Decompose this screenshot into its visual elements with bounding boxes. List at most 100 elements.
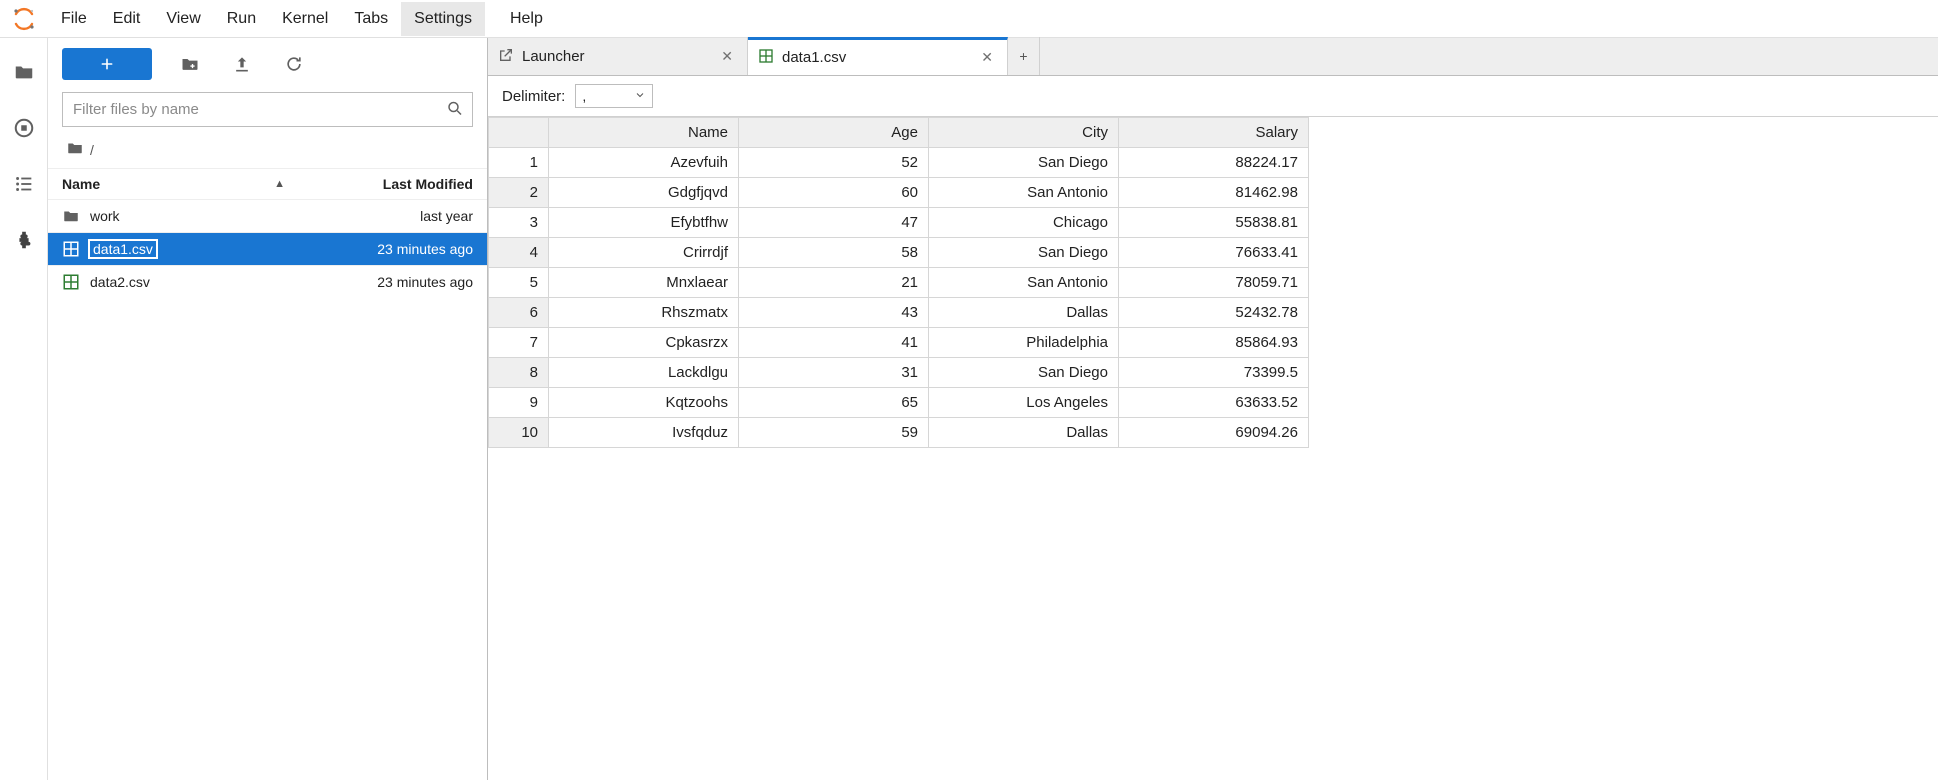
table-row[interactable]: 3Efybtfhw47Chicago55838.81 [489, 208, 1309, 238]
delimiter-value: , [582, 88, 586, 104]
cell[interactable]: Chicago [929, 208, 1119, 238]
tab-title: data1.csv [782, 49, 969, 66]
file-modified: 23 minutes ago [303, 274, 473, 290]
cell[interactable]: 69094.26 [1119, 418, 1309, 448]
cell[interactable]: Lackdlgu [549, 358, 739, 388]
file-row[interactable]: data2.csv23 minutes ago [48, 265, 487, 298]
cell[interactable]: San Antonio [929, 178, 1119, 208]
cell[interactable]: Rhszmatx [549, 298, 739, 328]
menu-tabs[interactable]: Tabs [341, 2, 401, 36]
column-header[interactable]: Name [549, 118, 739, 148]
column-header[interactable]: Salary [1119, 118, 1309, 148]
file-list-header[interactable]: Name ▲ Last Modified [48, 168, 487, 199]
menu-kernel[interactable]: Kernel [269, 2, 341, 36]
chevron-down-icon [634, 88, 646, 104]
cell[interactable]: 76633.41 [1119, 238, 1309, 268]
tab-launcher[interactable]: Launcher ✕ [488, 37, 748, 75]
cell[interactable]: Dallas [929, 418, 1119, 448]
tab-data1-csv[interactable]: data1.csv ✕ [748, 37, 1008, 75]
cell[interactable]: Efybtfhw [549, 208, 739, 238]
cell[interactable]: San Antonio [929, 268, 1119, 298]
cell[interactable]: 78059.71 [1119, 268, 1309, 298]
table-row[interactable]: 10Ivsfqduz59Dallas69094.26 [489, 418, 1309, 448]
cell[interactable]: 73399.5 [1119, 358, 1309, 388]
cell[interactable]: 65 [739, 388, 929, 418]
cell[interactable]: Philadelphia [929, 328, 1119, 358]
column-header[interactable]: Age [739, 118, 929, 148]
cell[interactable]: 31 [739, 358, 929, 388]
corner-cell [489, 118, 549, 148]
row-number: 7 [489, 328, 549, 358]
file-row[interactable]: data1.csv23 minutes ago [48, 232, 487, 265]
cell[interactable]: 63633.52 [1119, 388, 1309, 418]
jupyter-logo [10, 5, 38, 33]
sort-asc-icon: ▲ [274, 178, 285, 190]
cell[interactable]: San Diego [929, 358, 1119, 388]
cell[interactable]: Azevfuih [549, 148, 739, 178]
table-row[interactable]: 1Azevfuih52San Diego88224.17 [489, 148, 1309, 178]
file-row[interactable]: worklast year [48, 199, 487, 232]
menu-run[interactable]: Run [214, 2, 269, 36]
new-folder-icon[interactable] [176, 50, 204, 78]
row-number: 3 [489, 208, 549, 238]
menu-file[interactable]: File [48, 2, 100, 36]
extensions-icon[interactable] [10, 226, 38, 254]
cell[interactable]: Crirrdjf [549, 238, 739, 268]
table-row[interactable]: 8Lackdlgu31San Diego73399.5 [489, 358, 1309, 388]
folder-icon[interactable] [10, 58, 38, 86]
cell[interactable]: Ivsfqduz [549, 418, 739, 448]
cell[interactable]: San Diego [929, 148, 1119, 178]
spreadsheet-icon [758, 48, 774, 67]
cell[interactable]: Los Angeles [929, 388, 1119, 418]
cell[interactable]: 52 [739, 148, 929, 178]
new-launcher-button[interactable] [62, 48, 152, 80]
row-number: 8 [489, 358, 549, 388]
header-name: Name [62, 176, 100, 192]
cell[interactable]: 81462.98 [1119, 178, 1309, 208]
filter-input[interactable] [63, 93, 472, 126]
tab-title: Launcher [522, 48, 709, 65]
cell[interactable]: 85864.93 [1119, 328, 1309, 358]
table-row[interactable]: 5Mnxlaear21San Antonio78059.71 [489, 268, 1309, 298]
cell[interactable]: 21 [739, 268, 929, 298]
cell[interactable]: 59 [739, 418, 929, 448]
cell[interactable]: Dallas [929, 298, 1119, 328]
upload-icon[interactable] [228, 50, 256, 78]
cell[interactable]: Gdgfjqvd [549, 178, 739, 208]
toc-icon[interactable] [10, 170, 38, 198]
cell[interactable]: 43 [739, 298, 929, 328]
menu-edit[interactable]: Edit [100, 2, 154, 36]
cell[interactable]: 55838.81 [1119, 208, 1309, 238]
menu-help[interactable]: Help [497, 2, 556, 36]
new-tab-button[interactable]: + [1008, 37, 1040, 75]
cell[interactable]: Cpkasrzx [549, 328, 739, 358]
menu-view[interactable]: View [153, 2, 213, 36]
row-number: 4 [489, 238, 549, 268]
cell[interactable]: Kqtzoohs [549, 388, 739, 418]
cell[interactable]: 47 [739, 208, 929, 238]
csv-toolbar: Delimiter: , [488, 76, 1938, 117]
cell[interactable]: 41 [739, 328, 929, 358]
refresh-icon[interactable] [280, 50, 308, 78]
close-icon[interactable]: ✕ [717, 48, 737, 65]
table-row[interactable]: 6Rhszmatx43Dallas52432.78 [489, 298, 1309, 328]
menu-settings[interactable]: Settings [401, 2, 485, 36]
table-row[interactable]: 4Crirrdjf58San Diego76633.41 [489, 238, 1309, 268]
table-row[interactable]: 7Cpkasrzx41Philadelphia85864.93 [489, 328, 1309, 358]
running-icon[interactable] [10, 114, 38, 142]
cell[interactable]: 88224.17 [1119, 148, 1309, 178]
cell[interactable]: Mnxlaear [549, 268, 739, 298]
cell[interactable]: 58 [739, 238, 929, 268]
breadcrumb[interactable]: / [48, 133, 487, 168]
close-icon[interactable]: ✕ [977, 49, 997, 66]
table-row[interactable]: 9Kqtzoohs65Los Angeles63633.52 [489, 388, 1309, 418]
cell[interactable]: San Diego [929, 238, 1119, 268]
cell[interactable]: 52432.78 [1119, 298, 1309, 328]
header-modified: Last Modified [303, 176, 473, 192]
cell[interactable]: 60 [739, 178, 929, 208]
table-row[interactable]: 2Gdgfjqvd60San Antonio81462.98 [489, 178, 1309, 208]
csv-table[interactable]: NameAgeCitySalary 1Azevfuih52San Diego88… [488, 117, 1309, 448]
delimiter-select[interactable]: , [575, 84, 653, 108]
column-header[interactable]: City [929, 118, 1119, 148]
file-name: work [90, 208, 120, 224]
